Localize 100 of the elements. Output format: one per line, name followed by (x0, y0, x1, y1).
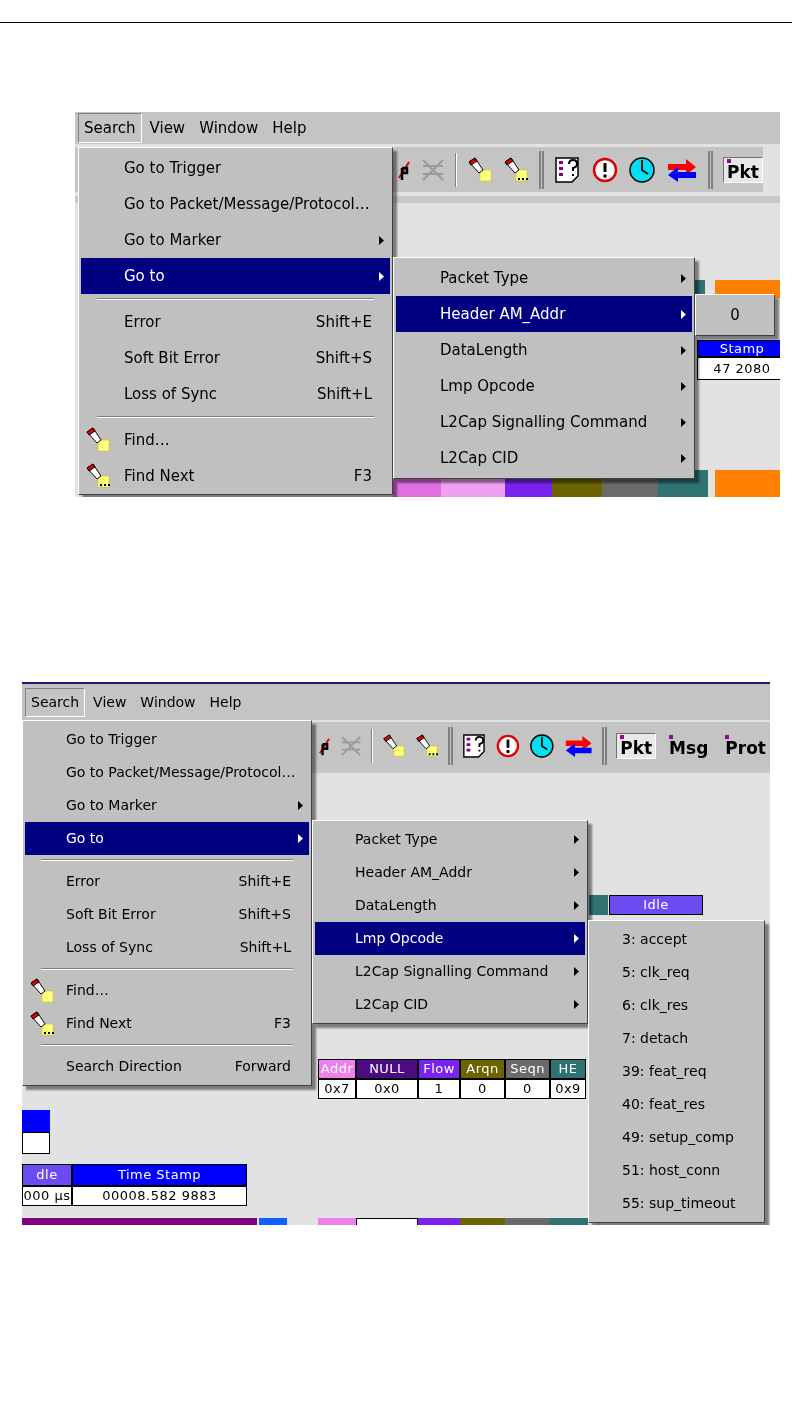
menu-item[interactable]: 49: setup_comp (591, 1121, 762, 1154)
menu-item[interactable]: Packet Type (315, 823, 585, 856)
menu-item[interactable]: Go to Packet/Message/Protocol… (81, 186, 390, 222)
menu-item-label: Packet Type (355, 830, 438, 849)
menu-bar-item[interactable]: Window (134, 687, 202, 717)
trace-field-block (22, 1132, 50, 1154)
flashlight-icon (381, 733, 406, 759)
trace-value-cell: 47 2080 (697, 357, 780, 380)
menu-item[interactable]: 55: sup_timeout (591, 1187, 762, 1220)
menu-item[interactable]: Lmp Opcode (396, 368, 692, 404)
menu-item[interactable]: Find Next F3 (25, 1007, 309, 1040)
shortcut-label: F3 (274, 1014, 291, 1033)
menu-item[interactable]: Search Direction Forward (25, 1050, 309, 1083)
menu-item[interactable]: Header AM_Addr (396, 296, 692, 332)
menu-item-label: Go to (124, 265, 165, 287)
flashlight-dots-icon (85, 463, 111, 489)
alert-icon[interactable] (592, 156, 618, 183)
trace-header-cell: Idle (609, 895, 703, 915)
menu-item-label: L2Cap Signalling Command (355, 962, 549, 981)
menu-item-label: Loss of Sync (124, 383, 218, 405)
menu-item-label: Soft Bit Error (66, 905, 156, 924)
clock-icon[interactable] (529, 732, 555, 760)
trace-value-cell: 000 µs (22, 1186, 72, 1206)
menu-item-label: L2Cap CID (440, 447, 519, 469)
menu-item[interactable]: Go to Marker (25, 789, 309, 822)
toolbar-toggle[interactable]: Msg (665, 733, 713, 759)
menu-item-label: Header AM_Addr (355, 863, 472, 882)
trace-value-cell: 0 (505, 1079, 550, 1099)
menu-bar-item[interactable]: Search (25, 687, 86, 717)
swap-arrows-icon[interactable] (563, 734, 594, 758)
menu-item[interactable]: Header AM_Addr (315, 856, 585, 889)
menu-bar-item[interactable]: Window (193, 112, 265, 144)
clock-icon[interactable] (628, 155, 656, 184)
menu-item-label: Go to Packet/Message/Protocol… (66, 763, 296, 782)
trace-field-block (715, 470, 780, 497)
trace-header-cell: Stamp (697, 340, 780, 357)
flashlight-icon (85, 427, 111, 453)
trace-header-cell: Seqn (505, 1059, 550, 1079)
menu-item[interactable]: L2Cap CID (396, 440, 692, 476)
menu-item-label: Go to (66, 829, 104, 848)
menu-bar-item[interactable]: View (87, 687, 133, 717)
menu-item[interactable]: Find Next F3 (81, 458, 390, 494)
menu-item[interactable]: 39: feat_req (591, 1055, 762, 1088)
menu-item[interactable]: Loss of Sync Shift+L (25, 931, 309, 964)
menu-item[interactable]: Error Shift+E (25, 865, 309, 898)
menu-item[interactable]: 5: clk_req (591, 956, 762, 989)
menu-bar-item[interactable]: Search (78, 112, 142, 144)
trace-value-cell: 0x9 (550, 1079, 586, 1099)
document-list-icon[interactable] (461, 732, 488, 760)
shortcut-label: Shift+E (238, 872, 291, 891)
menu-item[interactable]: DataLength (396, 332, 692, 368)
document-list-icon[interactable] (554, 155, 582, 184)
shortcut-label: Shift+E (315, 311, 372, 333)
menu-item[interactable]: L2Cap Signalling Command (315, 955, 585, 988)
alert-icon[interactable] (496, 733, 521, 759)
menu-item[interactable]: Soft Bit Error Shift+S (25, 898, 309, 931)
trace-header-cell: Arqn (460, 1059, 505, 1079)
menu-item-label: Search Direction (66, 1057, 182, 1076)
menu-item[interactable]: Go to Packet/Message/Protocol… (25, 756, 309, 789)
menu-item[interactable]: 3: accept (591, 923, 762, 956)
menu-item-label: L2Cap CID (355, 995, 429, 1014)
trace-field-block (22, 1110, 50, 1132)
toolbar-toggle[interactable]: Prot (721, 733, 770, 759)
flashlight-dots-icon (29, 1010, 55, 1037)
menu-item[interactable]: Go to (81, 258, 390, 294)
toolbar-toggle[interactable]: Pkt (723, 156, 763, 183)
menu-item-label: 49: setup_comp (622, 1128, 734, 1147)
menu-item[interactable]: Lmp Opcode (315, 922, 585, 955)
menu-item[interactable]: 7: detach (591, 1022, 762, 1055)
menu-item[interactable]: Packet Type (396, 260, 692, 296)
menu-item[interactable]: Find… (81, 422, 390, 458)
menu-item[interactable]: Loss of Sync Shift+L (81, 376, 390, 412)
menu-item-label: 6: clk_res (622, 996, 689, 1015)
menu-item[interactable]: DataLength (315, 889, 585, 922)
menu-item[interactable]: Error Shift+E (81, 304, 390, 340)
trace-header-cell: NULL (356, 1059, 418, 1079)
menu-item[interactable]: Go to Trigger (25, 723, 309, 756)
menu-item[interactable]: Soft Bit Error Shift+S (81, 340, 390, 376)
menu-item[interactable]: 51: host_conn (591, 1154, 762, 1187)
menu-item[interactable]: 0 (698, 297, 772, 333)
flashlight-icon (467, 156, 493, 183)
menu-item-label: DataLength (355, 896, 437, 915)
menu-item[interactable]: 6: clk_res (591, 989, 762, 1022)
menu-item[interactable]: L2Cap CID (315, 988, 585, 1021)
toolbar-toggle[interactable]: Pkt (616, 733, 657, 759)
menu-item-label: 5: clk_req (622, 963, 690, 982)
menu-item[interactable]: Go to Trigger (81, 150, 390, 186)
menu-item[interactable]: Go to (25, 822, 309, 855)
menu-item[interactable]: Go to Marker (81, 222, 390, 258)
menu-item[interactable]: 40: feat_res (591, 1088, 762, 1121)
flashlight-dots-icon (503, 156, 529, 183)
menu-bar-item[interactable]: Help (203, 687, 248, 717)
menu-item-label: Error (66, 872, 101, 891)
menu-bar-item[interactable]: View (143, 112, 192, 144)
menu-item[interactable]: Find… (25, 974, 309, 1007)
swap-arrows-icon[interactable] (666, 157, 698, 182)
menu-bar-item[interactable]: Help (266, 112, 313, 144)
menu-item-label: Lmp Opcode (355, 929, 444, 948)
shortcut-label: Shift+S (238, 905, 291, 924)
menu-item[interactable]: L2Cap Signalling Command (396, 404, 692, 440)
